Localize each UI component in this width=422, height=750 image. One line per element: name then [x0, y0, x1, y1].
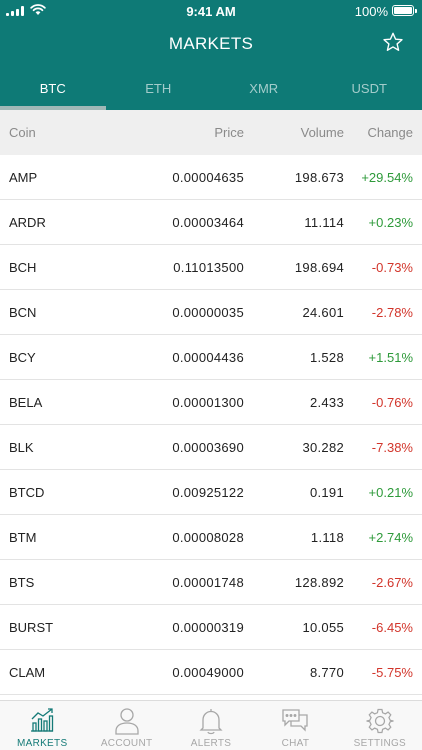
- coin-symbol: BTCD: [9, 485, 45, 500]
- column-volume[interactable]: Volume: [301, 110, 344, 155]
- coin-symbol: BCY: [9, 350, 36, 365]
- column-header: Coin Price Volume Change: [0, 110, 422, 155]
- table-row[interactable]: BTCD 0.00925122 0.191 +0.21%: [0, 470, 422, 515]
- tab-bar-label: SETTINGS: [353, 738, 407, 749]
- table-row[interactable]: BTM 0.00008028 1.118 +2.74%: [0, 515, 422, 560]
- coin-change: -0.73%: [371, 260, 413, 275]
- coin-volume: 10.055: [302, 620, 344, 635]
- bell-icon: [199, 709, 223, 735]
- coin-volume: 1.118: [310, 530, 344, 545]
- coin-change: +0.21%: [368, 485, 413, 500]
- table-row[interactable]: BLK 0.00003690 30.282 -7.38%: [0, 425, 422, 470]
- chat-icon: [282, 709, 309, 732]
- coin-symbol: BURST: [9, 620, 54, 635]
- coin-symbol: BTM: [9, 530, 37, 545]
- coin-change: +0.23%: [368, 215, 413, 230]
- chart-icon: [31, 708, 54, 732]
- coin-volume: 128.892: [294, 575, 344, 590]
- coin-symbol: BCH: [9, 260, 37, 275]
- coin-price: 0.00004436: [172, 350, 244, 365]
- table-row[interactable]: CLAM 0.00049000 8.770 -5.75%: [0, 650, 422, 695]
- column-price[interactable]: Price: [214, 110, 244, 155]
- page-title: MARKETS: [168, 34, 254, 53]
- tab-bar-label: ALERTS: [190, 738, 232, 749]
- column-change[interactable]: Change: [367, 110, 413, 155]
- tab-bar-settings[interactable]: SETTINGS: [338, 701, 422, 750]
- table-row[interactable]: BELA 0.00001300 2.433 -0.76%: [0, 380, 422, 425]
- market-list: AMP 0.00004635 198.673 +29.54% ARDR 0.00…: [0, 155, 422, 695]
- table-row[interactable]: BCN 0.00000035 24.601 -2.78%: [0, 290, 422, 335]
- coin-volume: 30.282: [302, 440, 344, 455]
- coin-change: -7.38%: [371, 440, 413, 455]
- coin-change: -0.76%: [371, 395, 413, 410]
- coin-volume: 11.114: [304, 215, 344, 230]
- bottom-tab-bar: MARKETS ACCOUNT ALERTS CHAT SETTINGS: [0, 700, 422, 750]
- coin-change: -2.67%: [371, 575, 413, 590]
- coin-symbol: BELA: [9, 395, 43, 410]
- table-row[interactable]: BCH 0.11013500 198.694 -0.73%: [0, 245, 422, 290]
- tab-bar-chat[interactable]: CHAT: [253, 701, 337, 750]
- tab-bar-account[interactable]: ACCOUNT: [84, 701, 168, 750]
- coin-price: 0.00001748: [172, 575, 244, 590]
- coin-change: -2.78%: [371, 305, 413, 320]
- tab-bar-label: ACCOUNT: [100, 738, 153, 749]
- table-row[interactable]: AMP 0.00004635 198.673 +29.54%: [0, 155, 422, 200]
- tab-bar-markets[interactable]: MARKETS: [0, 701, 84, 750]
- coin-volume: 24.601: [302, 305, 344, 320]
- table-row[interactable]: BTS 0.00001748 128.892 -2.67%: [0, 560, 422, 605]
- tab-btc[interactable]: BTC: [0, 70, 106, 110]
- coin-price: 0.00004635: [172, 170, 244, 185]
- coin-symbol: BTS: [9, 575, 35, 590]
- app-header: 9:41 AM 100% MARKETS BTC ETH XMR USDT: [0, 0, 422, 110]
- coin-volume: 198.673: [294, 170, 344, 185]
- coin-price: 0.00001300: [172, 395, 244, 410]
- coin-price: 0.00003690: [172, 440, 244, 455]
- battery-icon: [392, 5, 417, 16]
- tab-xmr[interactable]: XMR: [211, 70, 317, 110]
- gear-icon: [366, 708, 394, 734]
- coin-change: +1.51%: [368, 350, 413, 365]
- coin-volume: 2.433: [309, 395, 344, 410]
- battery-percent: 100%: [354, 4, 388, 19]
- person-icon: [114, 708, 139, 735]
- coin-symbol: CLAM: [9, 665, 46, 680]
- coin-price: 0.00008028: [172, 530, 244, 545]
- coin-volume: 198.694: [294, 260, 344, 275]
- coin-symbol: ARDR: [9, 215, 46, 230]
- coin-symbol: AMP: [9, 170, 38, 185]
- coin-change: +29.54%: [361, 170, 413, 185]
- tab-bar-label: CHAT: [281, 738, 310, 749]
- coin-change: +2.74%: [368, 530, 413, 545]
- coin-price: 0.00049000: [172, 665, 244, 680]
- coin-price: 0.00000035: [172, 305, 244, 320]
- tab-bar-label: MARKETS: [16, 738, 68, 749]
- coin-symbol: BLK: [9, 440, 34, 455]
- tab-eth[interactable]: ETH: [106, 70, 212, 110]
- tab-bar-alerts[interactable]: ALERTS: [169, 701, 253, 750]
- coin-volume: 8.770: [309, 665, 344, 680]
- market-tabs: BTC ETH XMR USDT: [0, 70, 422, 110]
- column-coin[interactable]: Coin: [9, 110, 36, 155]
- status-bar: 9:41 AM 100%: [0, 0, 422, 22]
- coin-change: -6.45%: [371, 620, 413, 635]
- coin-price: 0.00003464: [172, 215, 244, 230]
- star-icon[interactable]: [382, 31, 404, 53]
- coin-price: 0.11013500: [173, 260, 244, 275]
- table-row[interactable]: BURST 0.00000319 10.055 -6.45%: [0, 605, 422, 650]
- coin-price: 0.00000319: [172, 620, 244, 635]
- coin-symbol: BCN: [9, 305, 37, 320]
- table-row[interactable]: BCY 0.00004436 1.528 +1.51%: [0, 335, 422, 380]
- coin-change: -5.75%: [371, 665, 413, 680]
- coin-volume: 1.528: [309, 350, 344, 365]
- coin-price: 0.00925122: [172, 485, 244, 500]
- coin-volume: 0.191: [309, 485, 344, 500]
- table-row[interactable]: ARDR 0.00003464 11.114 +0.23%: [0, 200, 422, 245]
- tab-usdt[interactable]: USDT: [317, 70, 422, 110]
